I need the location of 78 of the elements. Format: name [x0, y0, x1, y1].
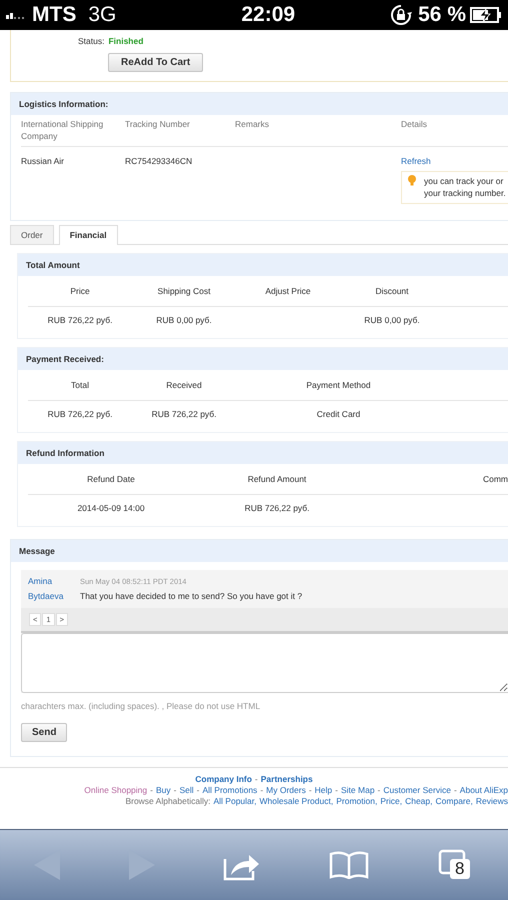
charging-battery-icon: [470, 7, 502, 23]
footer-link[interactable]: Wholesale Product,: [260, 796, 334, 807]
footer-link[interactable]: My Orders: [266, 785, 306, 796]
battery-percent: 56 %: [418, 3, 466, 27]
hint-text: charachters max. (including spaces). , Please do not use HTML: [21, 701, 262, 711]
column-header: Received: [132, 370, 236, 401]
table-cell: RUB 0,00 руб.: [364, 315, 420, 325]
section-title: Message: [11, 540, 508, 562]
column-header: Discount: [340, 276, 444, 307]
section-title: Total Amount: [18, 254, 508, 276]
footer-link[interactable]: About AliExp: [460, 785, 508, 796]
footer-link[interactable]: Help: [314, 785, 332, 796]
section-title: Refund Information: [18, 442, 508, 464]
separator: -: [254, 774, 258, 785]
table-cell: 2014-05-09 14:00: [77, 503, 145, 513]
column-header: Price: [28, 276, 132, 307]
footer-link[interactable]: Site Map: [341, 785, 375, 796]
table-cell: RUB 726,22 руб.: [48, 409, 112, 419]
network-type: 3G: [88, 3, 116, 27]
tip-text: you can track your or your tracking number.: [424, 175, 506, 199]
footer-link[interactable]: Price,: [380, 796, 402, 807]
rotation-lock-icon: [390, 4, 412, 26]
tab[interactable]: Financial: [58, 225, 118, 245]
table-cell: Russian Air: [21, 156, 64, 166]
footer-link[interactable]: Company Info: [195, 774, 252, 785]
message-text: That you have decided to me to send? So you have got it ?: [80, 590, 304, 603]
signal-icon: [6, 11, 26, 19]
column-header: Refund Amount: [194, 464, 360, 495]
lightbulb-icon: [408, 175, 416, 186]
table-cell: RUB 726,22 руб.: [152, 409, 216, 419]
separator: -: [260, 785, 264, 796]
table-cell: RUB 726,22 руб.: [244, 503, 310, 513]
status-label: Status:: [78, 36, 104, 46]
clock-time: 22:09: [240, 3, 296, 27]
separator: -: [308, 785, 312, 796]
table-cell: RC754293346CN: [125, 156, 192, 166]
separator: -: [335, 785, 338, 796]
message-input[interactable]: [21, 633, 508, 693]
section-title: Logistics Information:: [11, 93, 508, 115]
carrier-name: MTS: [32, 3, 76, 27]
footer-link[interactable]: All Popular,: [213, 796, 256, 807]
column-header: Tracking Number: [125, 119, 190, 129]
separator: -: [454, 785, 457, 796]
column-header: Comm: [360, 464, 508, 495]
readd-to-cart-button[interactable]: ReAdd To Cart: [108, 53, 204, 72]
separator: -: [174, 785, 176, 796]
table-cell: RUB 0,00 руб.: [156, 315, 212, 325]
column-header: Remarks: [235, 119, 270, 129]
column-header: Payment Method: [236, 370, 441, 401]
refresh-link[interactable]: Refresh: [401, 156, 431, 166]
section-title: Payment Received:: [18, 348, 508, 370]
column-header: Details: [401, 119, 427, 129]
column-header: Refund Date: [28, 464, 194, 495]
column-header: International Shipping Company: [21, 119, 104, 141]
footer-link[interactable]: All Promotions: [202, 785, 258, 796]
table-cell: RUB 726,22 руб.: [48, 315, 112, 325]
footer-link[interactable]: Compare,: [436, 796, 473, 807]
footer-label: Browse Alphabetically:: [125, 796, 210, 807]
separator: -: [150, 785, 153, 796]
column-header: Total: [28, 370, 132, 401]
footer-link[interactable]: Cheap,: [405, 796, 433, 807]
footer-link[interactable]: Buy: [156, 785, 171, 796]
separator: -: [378, 785, 380, 796]
column-header: Adjust Price: [236, 276, 340, 307]
separator: -: [196, 785, 200, 796]
footer-link[interactable]: Online Shopping: [84, 785, 148, 796]
table-cell: Credit Card: [316, 409, 360, 419]
send-button[interactable]: Send: [21, 723, 68, 742]
footer-link[interactable]: Sell: [179, 785, 194, 796]
status-value: Finished: [108, 36, 144, 46]
footer-link[interactable]: Reviews: [476, 796, 508, 807]
column-header: Shipping Cost: [132, 276, 236, 307]
sender-name[interactable]: Amina Bytdaeva: [28, 574, 68, 604]
footer-link[interactable]: Partnerships: [260, 774, 313, 785]
footer-link[interactable]: Customer Service: [383, 785, 451, 796]
tab[interactable]: Order: [10, 225, 54, 244]
footer-link[interactable]: Promotion,: [336, 796, 378, 807]
bookmarks-icon[interactable]: [329, 851, 370, 879]
